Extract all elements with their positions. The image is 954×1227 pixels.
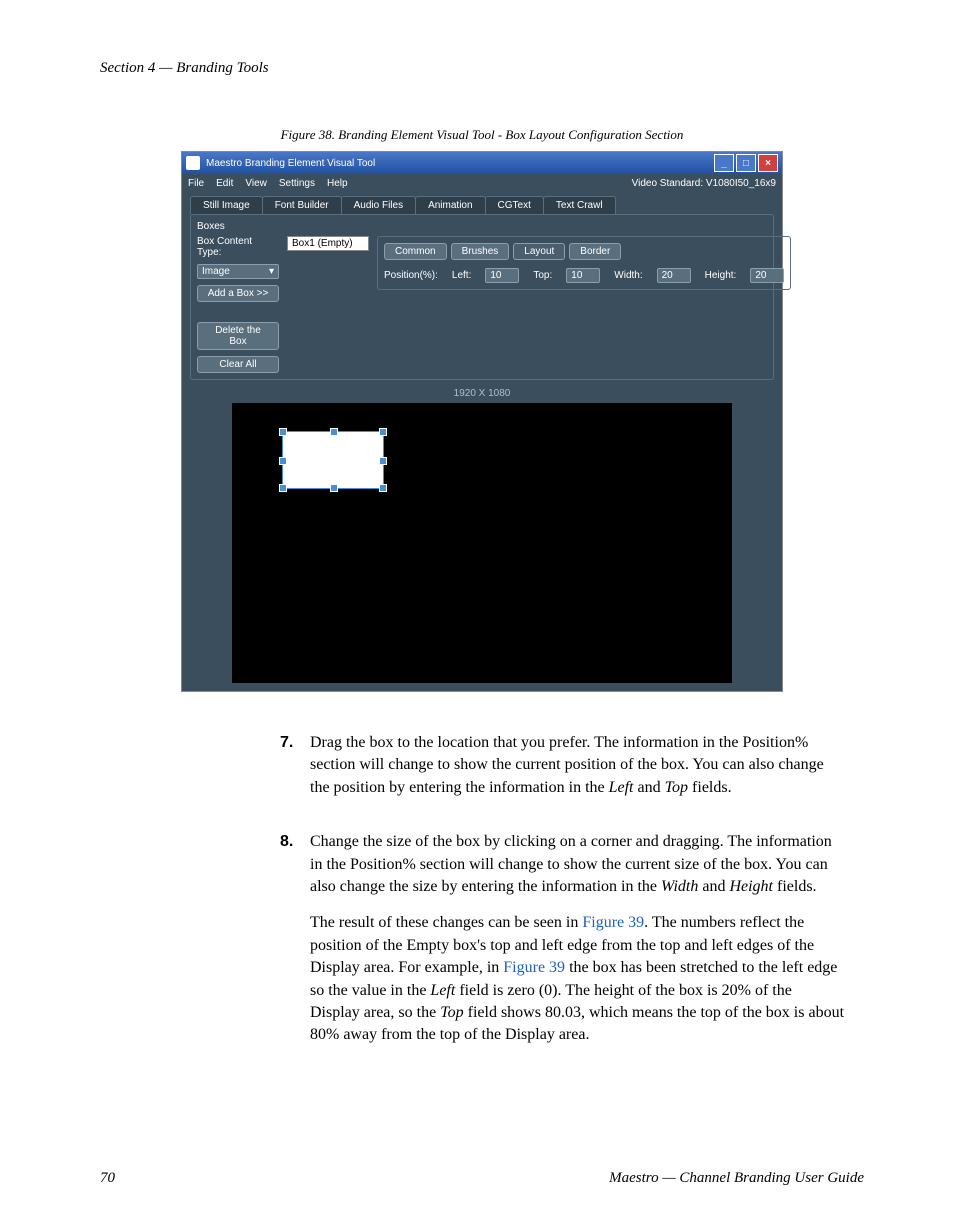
app-icon (186, 156, 200, 170)
subtab-layout[interactable]: Layout (513, 243, 565, 260)
menu-view[interactable]: View (245, 178, 267, 189)
preview-area: 1920 X 1080 (190, 388, 774, 683)
close-icon[interactable]: × (758, 154, 778, 172)
left-input[interactable]: 10 (485, 268, 519, 283)
main-tabs: Still Image Font Builder Audio Files Ani… (182, 192, 782, 214)
step-number: 7. (280, 732, 310, 813)
clear-all-button[interactable]: Clear All (197, 356, 279, 373)
page-number: 70 (100, 1170, 115, 1187)
menubar: File Edit View Settings Help Video Stand… (182, 174, 782, 192)
add-box-button[interactable]: Add a Box >> (197, 285, 279, 302)
resize-handle-icon[interactable] (279, 484, 287, 492)
box-content-type-value: Box1 (Empty) (292, 238, 353, 249)
width-label: Width: (614, 270, 642, 281)
footer-title: Maestro — Channel Branding User Guide (609, 1170, 864, 1187)
resize-handle-icon[interactable] (279, 428, 287, 436)
box-content-type-label: Box Content Type: (197, 236, 279, 258)
left-label: Left: (452, 270, 471, 281)
tab-font-builder[interactable]: Font Builder (262, 196, 342, 214)
maximize-icon[interactable]: □ (736, 154, 756, 172)
section-header: Section 4 — Branding Tools (100, 60, 864, 77)
subtab-border[interactable]: Border (569, 243, 621, 260)
body-text: 7. Drag the box to the location that you… (280, 732, 844, 1061)
step-8-text-a: Change the size of the box by clicking o… (310, 831, 844, 898)
minimize-icon[interactable]: _ (714, 154, 734, 172)
resize-handle-icon[interactable] (379, 428, 387, 436)
subtab-brushes[interactable]: Brushes (451, 243, 510, 260)
width-input[interactable]: 20 (657, 268, 691, 283)
step-7-text: Drag the box to the location that you pr… (310, 732, 844, 799)
step-8-text-b: The result of these changes can be seen … (310, 912, 844, 1046)
resize-handle-icon[interactable] (330, 428, 338, 436)
page-footer: 70 Maestro — Channel Branding User Guide (100, 1170, 864, 1187)
layout-config-area: Common Brushes Layout Border Position(%)… (377, 236, 791, 290)
tab-audio-files[interactable]: Audio Files (341, 196, 416, 214)
boxes-panel-title: Boxes (197, 221, 767, 232)
video-standard-label: Video Standard: V1080I50_16x9 (632, 178, 776, 189)
subtab-common[interactable]: Common (384, 243, 447, 260)
app-screenshot: Maestro Branding Element Visual Tool _ □… (181, 151, 783, 692)
menu-file[interactable]: File (188, 178, 204, 189)
tab-cgtext[interactable]: CGText (485, 196, 544, 214)
figure-link[interactable]: Figure 39 (503, 959, 565, 976)
preview-canvas[interactable] (232, 403, 732, 683)
delete-box-button[interactable]: Delete the Box (197, 322, 279, 350)
height-label: Height: (705, 270, 737, 281)
height-input[interactable]: 20 (750, 268, 784, 283)
menu-help[interactable]: Help (327, 178, 348, 189)
top-label: Top: (533, 270, 552, 281)
chevron-down-icon: ▾ (269, 266, 274, 277)
app-title: Maestro Branding Element Visual Tool (206, 158, 375, 169)
preview-resolution-label: 1920 X 1080 (190, 388, 774, 399)
figure-caption: Figure 38. Branding Element Visual Tool … (100, 127, 864, 143)
resize-handle-icon[interactable] (379, 484, 387, 492)
menu-edit[interactable]: Edit (216, 178, 233, 189)
resize-handle-icon[interactable] (330, 484, 338, 492)
resize-handle-icon[interactable] (279, 457, 287, 465)
image-dropdown-label: Image (202, 266, 230, 277)
tab-still-image[interactable]: Still Image (190, 196, 263, 214)
draggable-box[interactable] (282, 431, 384, 489)
step-number: 8. (280, 831, 310, 1061)
tab-text-crawl[interactable]: Text Crawl (543, 196, 616, 214)
resize-handle-icon[interactable] (379, 457, 387, 465)
tab-animation[interactable]: Animation (415, 196, 485, 214)
menu-settings[interactable]: Settings (279, 178, 315, 189)
boxes-panel: Boxes Box Content Type: Image ▾ Add a Bo… (190, 214, 774, 380)
position-label: Position(%): (384, 270, 438, 281)
box-content-type-dropdown[interactable]: Box1 (Empty) (287, 236, 369, 251)
image-dropdown[interactable]: Image ▾ (197, 264, 279, 279)
figure-link[interactable]: Figure 39 (582, 914, 644, 931)
top-input[interactable]: 10 (566, 268, 600, 283)
titlebar: Maestro Branding Element Visual Tool _ □… (182, 152, 782, 174)
